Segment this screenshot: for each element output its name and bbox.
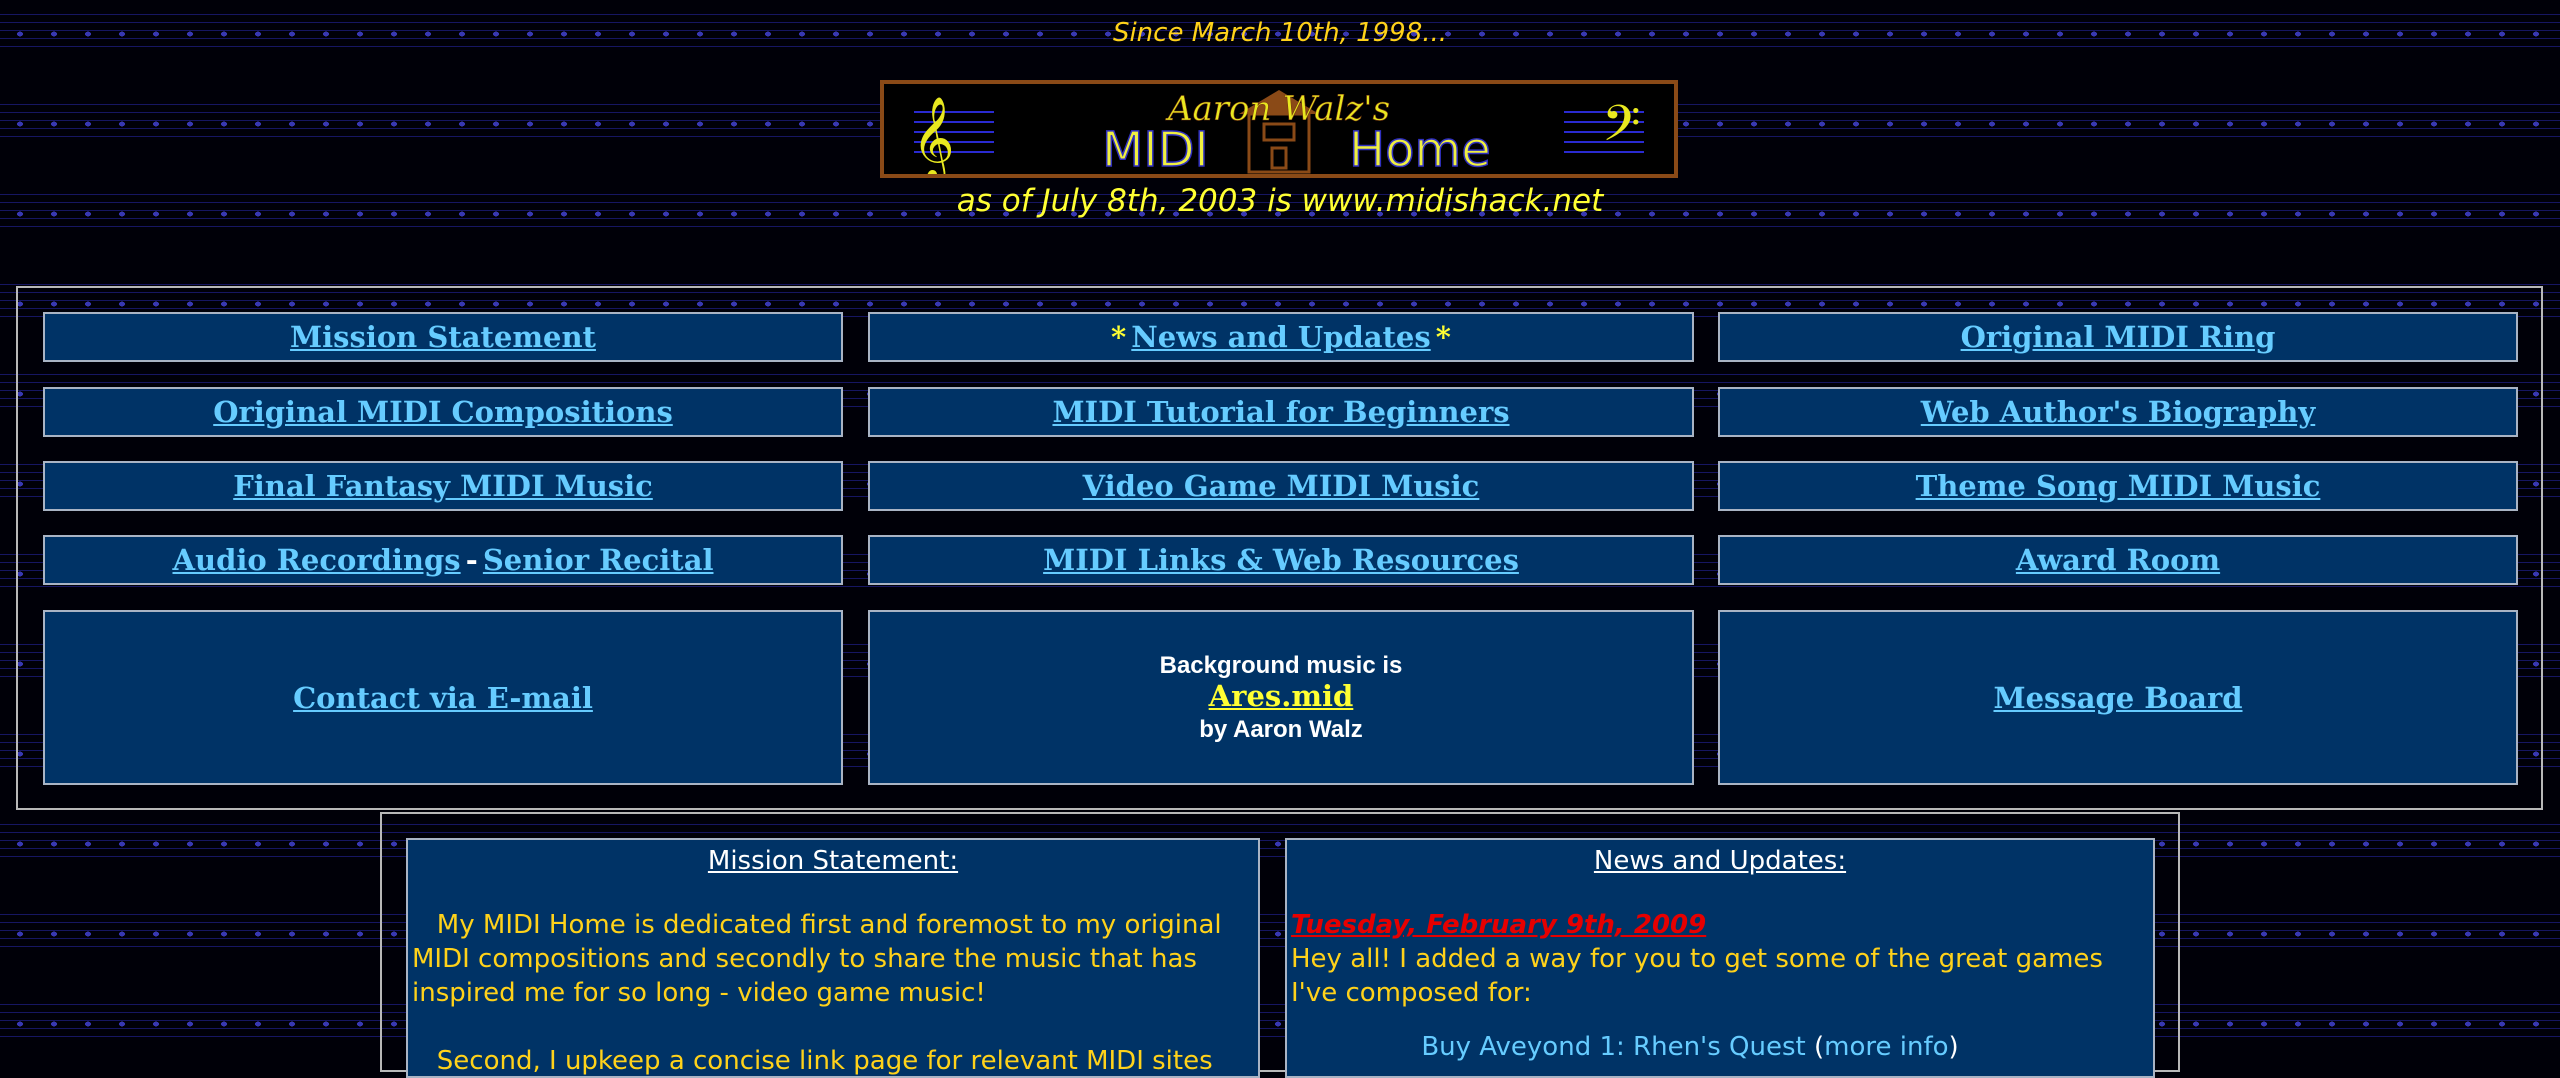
page: { "header": { "since": "Since March 10th… bbox=[0, 0, 2560, 1078]
nav-cell-message-board: Message Board bbox=[1718, 610, 2518, 785]
contact-email-link[interactable]: Contact via E-mail bbox=[293, 681, 593, 715]
midi-tutorial-link[interactable]: MIDI Tutorial for Beginners bbox=[1052, 395, 1509, 429]
nav-cell-video-game: Video Game MIDI Music bbox=[868, 461, 1694, 511]
nav-cell-midi-ring: Original MIDI Ring bbox=[1718, 312, 2518, 362]
nav-cell-award-room: Award Room bbox=[1718, 535, 2518, 585]
video-game-midi-link[interactable]: Video Game MIDI Music bbox=[1083, 469, 1480, 503]
news-game-line: Buy Aveyond 1: Rhen's Quest (more info) bbox=[1291, 1030, 2149, 1064]
news-panel-title: News and Updates: bbox=[1593, 846, 1847, 876]
banner-midi-word: MIDI bbox=[1102, 122, 1209, 174]
mission-paragraph-2: Second, I upkeep a concise link page for… bbox=[412, 1046, 1213, 1076]
nav-cell-news: * News and Updates * bbox=[868, 312, 1694, 362]
nav-cell-contact: Contact via E-mail bbox=[43, 610, 843, 785]
mission-panel-title: Mission Statement: bbox=[707, 846, 959, 876]
news-panel: News and Updates: Tuesday, February 9th,… bbox=[1285, 838, 2155, 1078]
audio-recordings-link[interactable]: Audio Recordings bbox=[172, 543, 460, 577]
message-board-link[interactable]: Message Board bbox=[1993, 681, 2242, 715]
background-music-info: Background music is Ares.mid by Aaron Wa… bbox=[1160, 650, 1403, 745]
nav-cell-mission: Mission Statement bbox=[43, 312, 843, 362]
background-music-label: Background music is bbox=[1159, 652, 1403, 679]
more-info-close-paren: ) bbox=[1948, 1032, 1959, 1062]
site-address-note: as of July 8th, 2003 is www.midishack.ne… bbox=[956, 183, 1604, 219]
more-info-open-paren: ( bbox=[1813, 1032, 1825, 1062]
mission-paragraph-1: My MIDI Home is dedicated first and fore… bbox=[412, 910, 1230, 1008]
treble-clef-icon: 𝄞 bbox=[912, 95, 955, 174]
nav-cell-background-music: Background music is Ares.mid by Aaron Wa… bbox=[868, 610, 1694, 785]
original-midi-ring-link[interactable]: Original MIDI Ring bbox=[1961, 320, 2276, 354]
final-fantasy-midi-link[interactable]: Final Fantasy MIDI Music bbox=[233, 469, 653, 503]
more-info-link[interactable]: more info bbox=[1824, 1032, 1948, 1062]
nav-cell-audio: Audio Recordings - Senior Recital bbox=[43, 535, 843, 585]
award-room-link[interactable]: Award Room bbox=[2016, 543, 2220, 577]
since-date-text: Since March 10th, 1998... bbox=[1112, 18, 1448, 48]
news-date: Tuesday, February 9th, 2009 bbox=[1291, 910, 1707, 940]
background-music-file-link[interactable]: Ares.mid bbox=[1209, 679, 1354, 713]
author-biography-link[interactable]: Web Author's Biography bbox=[1921, 395, 2315, 429]
nav-cell-theme-song: Theme Song MIDI Music bbox=[1718, 461, 2518, 511]
nav-cell-biography: Web Author's Biography bbox=[1718, 387, 2518, 437]
news-star-left: * bbox=[1111, 320, 1127, 354]
mission-panel: Mission Statement: My MIDI Home is dedic… bbox=[406, 838, 1260, 1078]
navigation-table: Mission Statement * News and Updates * O… bbox=[16, 286, 2543, 810]
theme-song-midi-link[interactable]: Theme Song MIDI Music bbox=[1916, 469, 2321, 503]
banner-home-word: Home bbox=[1349, 122, 1491, 174]
senior-recital-link[interactable]: Senior Recital bbox=[483, 543, 714, 577]
news-star-right: * bbox=[1435, 320, 1451, 354]
midi-links-resources-link[interactable]: MIDI Links & Web Resources bbox=[1043, 543, 1519, 577]
original-compositions-link[interactable]: Original MIDI Compositions bbox=[213, 395, 673, 429]
background-music-author: by Aaron Walz bbox=[1199, 716, 1363, 743]
nav-separator: - bbox=[465, 543, 478, 577]
nav-cell-final-fantasy: Final Fantasy MIDI Music bbox=[43, 461, 843, 511]
mission-statement-link[interactable]: Mission Statement bbox=[290, 320, 596, 354]
content-table: Mission Statement: My MIDI Home is dedic… bbox=[380, 812, 2180, 1078]
nav-cell-tutorial: MIDI Tutorial for Beginners bbox=[868, 387, 1694, 437]
news-body: Hey all! I added a way for you to get so… bbox=[1291, 944, 2103, 1008]
news-updates-link[interactable]: News and Updates bbox=[1131, 320, 1430, 354]
nav-cell-compositions: Original MIDI Compositions bbox=[43, 387, 843, 437]
site-logo-banner: 𝄞 𝄢 Aaron Walz's MIDI Home bbox=[880, 80, 1678, 178]
bass-clef-icon: 𝄢 bbox=[1602, 95, 1641, 165]
buy-aveyond-link[interactable]: Buy Aveyond 1: Rhen's Quest bbox=[1421, 1032, 1805, 1062]
nav-cell-links: MIDI Links & Web Resources bbox=[868, 535, 1694, 585]
banner-graphic: 𝄞 𝄢 Aaron Walz's MIDI Home bbox=[912, 89, 1644, 174]
